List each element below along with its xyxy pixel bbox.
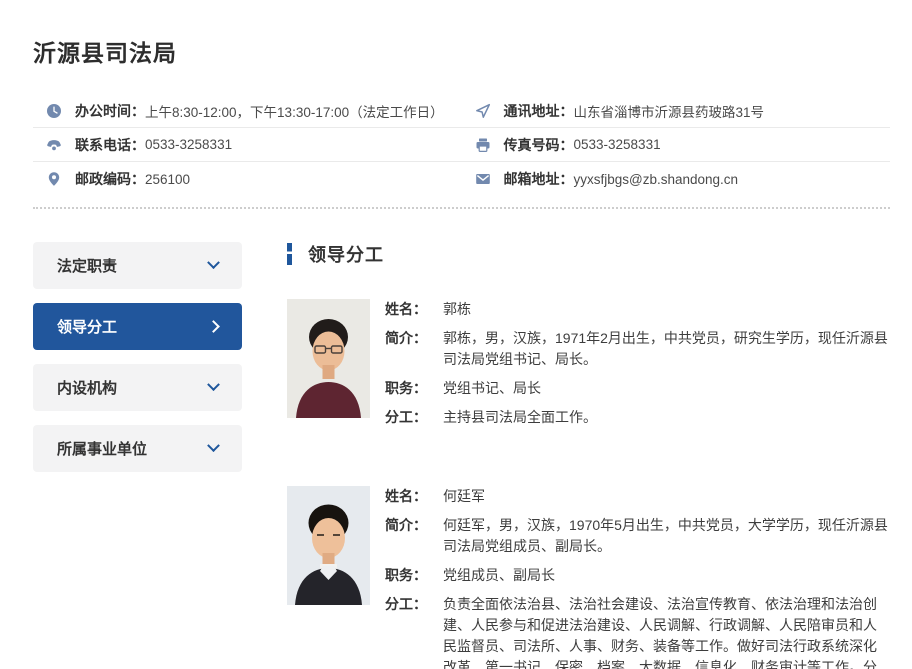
contact-info-section: 办公时间： 上午8:30-12:00，下午13:30-17:00（法定工作日） … xyxy=(33,94,890,196)
field-row-duty: 分工： 主持县司法局全面工作。 xyxy=(385,407,890,428)
field-row-bio: 简介： 何廷军，男，汉族，1970年5月出生，中共党员，大学学历，现任沂源县司法… xyxy=(385,515,890,557)
contact-label: 通讯地址： xyxy=(504,101,574,121)
contact-value: 256100 xyxy=(145,172,190,187)
contact-value: 0533-3258331 xyxy=(145,137,232,152)
contact-row-phone: 联系电话： 0533-3258331 xyxy=(33,128,462,162)
phone-icon xyxy=(46,137,62,153)
contact-value: 上午8:30-12:00，下午13:30-17:00（法定工作日） xyxy=(145,101,444,121)
sidebar-item-legal-duties[interactable]: 法定职责 xyxy=(33,242,242,289)
sidebar-item-label: 法定职责 xyxy=(57,255,117,276)
page: 沂源县司法局 办公时间： 上午8:30-12:00，下午13:30-17:00（… xyxy=(0,0,912,669)
clock-icon xyxy=(46,103,62,119)
contact-row-office-hours: 办公时间： 上午8:30-12:00，下午13:30-17:00（法定工作日） xyxy=(33,94,462,128)
sidebar-nav: 法定职责 领导分工 内设机构 所属事业单位 xyxy=(33,242,242,669)
sidebar-item-affiliated-units[interactable]: 所属事业单位 xyxy=(33,425,242,472)
chevron-down-icon xyxy=(207,256,220,269)
chevron-right-icon xyxy=(207,320,220,333)
section-divider xyxy=(33,207,890,209)
leader-name: 何廷军 xyxy=(443,486,485,507)
portrait-image xyxy=(287,486,370,605)
leader-duty: 主持县司法局全面工作。 xyxy=(443,407,597,428)
contact-label: 邮箱地址： xyxy=(504,169,574,189)
contact-row-address: 通讯地址： 山东省淄博市沂源县药玻路31号 xyxy=(462,94,891,128)
leader-name: 郭栋 xyxy=(443,299,471,320)
leader-bio: 何廷军，男，汉族，1970年5月出生，中共党员，大学学历，现任沂源县司法局党组成… xyxy=(443,515,890,557)
field-row-duty: 分工： 负责全面依法治县、法治社会建设、法治宣传教育、依法治理和法治创建、人民参… xyxy=(385,594,890,669)
field-row-name: 姓名： 何廷军 xyxy=(385,486,890,507)
field-row-name: 姓名： 郭栋 xyxy=(385,299,890,320)
field-label: 职务： xyxy=(385,378,443,399)
contact-label: 传真号码： xyxy=(504,135,574,155)
field-row-position: 职务： 党组书记、局长 xyxy=(385,378,890,399)
field-label: 姓名： xyxy=(385,299,443,320)
section-heading: 领导分工 xyxy=(308,241,384,267)
contact-label: 办公时间： xyxy=(75,101,145,121)
leader-position: 党组成员、副局长 xyxy=(443,565,555,586)
contact-row-fax: 传真号码： 0533-3258331 xyxy=(462,128,891,162)
sidebar-item-label: 领导分工 xyxy=(57,316,117,337)
field-label: 简介： xyxy=(385,515,443,557)
contact-value: 0533-3258331 xyxy=(574,137,661,152)
chevron-down-icon xyxy=(207,378,220,391)
leader-card: 姓名： 郭栋 简介： 郭栋，男，汉族，1971年2月出生，中共党员，研究生学历，… xyxy=(287,299,890,436)
sidebar-item-label: 内设机构 xyxy=(57,377,117,398)
sidebar-item-internal-orgs[interactable]: 内设机构 xyxy=(33,364,242,411)
section-heading-row: 领导分工 xyxy=(287,242,890,266)
field-label: 职务： xyxy=(385,565,443,586)
field-label: 分工： xyxy=(385,407,443,428)
field-label: 姓名： xyxy=(385,486,443,507)
contact-label: 邮政编码： xyxy=(75,169,145,189)
leader-bio: 郭栋，男，汉族，1971年2月出生，中共党员，研究生学历，现任沂源县司法局党组书… xyxy=(443,328,890,370)
pin-icon xyxy=(46,171,62,187)
leader-fields: 姓名： 郭栋 简介： 郭栋，男，汉族，1971年2月出生，中共党员，研究生学历，… xyxy=(385,299,890,436)
contact-value: 山东省淄博市沂源县药玻路31号 xyxy=(574,101,765,121)
leader-photo xyxy=(287,486,370,605)
contact-label: 联系电话： xyxy=(75,135,145,155)
contact-row-email: 邮箱地址： yyxsfjbgs@zb.shandong.cn xyxy=(462,162,891,196)
field-label: 分工： xyxy=(385,594,443,669)
mail-icon xyxy=(475,171,491,187)
leader-photo xyxy=(287,299,370,418)
chevron-down-icon xyxy=(207,439,220,452)
leader-position: 党组书记、局长 xyxy=(443,378,541,399)
heading-marker-icon xyxy=(287,243,292,265)
leader-duty: 负责全面依法治县、法治社会建设、法治宣传教育、依法治理和法治创建、人民参与和促进… xyxy=(443,594,890,669)
leader-card: 姓名： 何廷军 简介： 何廷军，男，汉族，1970年5月出生，中共党员，大学学历… xyxy=(287,486,890,669)
sidebar-item-label: 所属事业单位 xyxy=(57,438,147,459)
field-row-bio: 简介： 郭栋，男，汉族，1971年2月出生，中共党员，研究生学历，现任沂源县司法… xyxy=(385,328,890,370)
field-label: 简介： xyxy=(385,328,443,370)
portrait-image xyxy=(287,299,370,418)
sidebar-item-leadership[interactable]: 领导分工 xyxy=(33,303,242,350)
fax-icon xyxy=(475,137,491,153)
contact-row-postcode: 邮政编码： 256100 xyxy=(33,162,462,196)
contact-value: yyxsfjbgs@zb.shandong.cn xyxy=(574,172,739,187)
leader-fields: 姓名： 何廷军 简介： 何廷军，男，汉族，1970年5月出生，中共党员，大学学历… xyxy=(385,486,890,669)
send-icon xyxy=(475,103,491,119)
field-row-position: 职务： 党组成员、副局长 xyxy=(385,565,890,586)
main-content: 领导分工 xyxy=(287,242,890,669)
page-title: 沂源县司法局 xyxy=(33,0,890,68)
